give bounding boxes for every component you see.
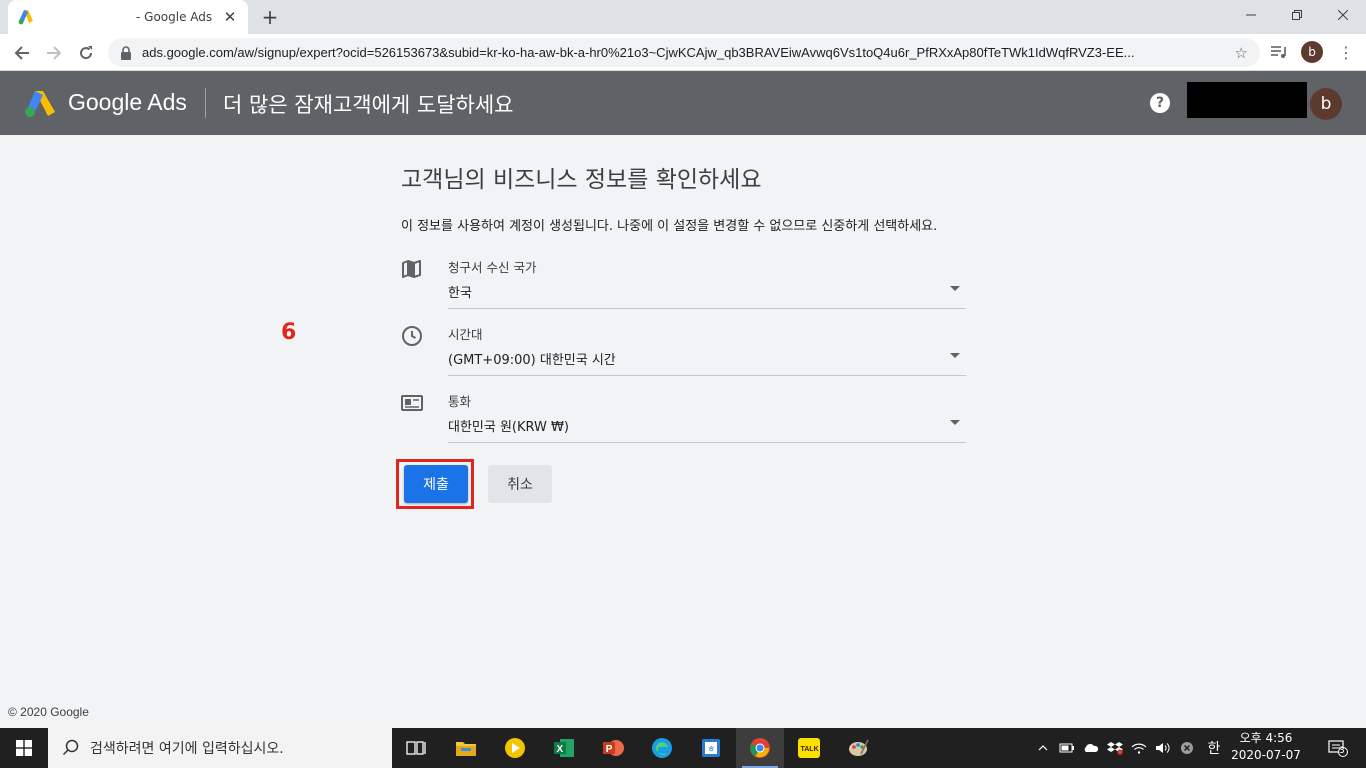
field-underline — [448, 308, 966, 309]
ime-indicator[interactable]: 한 — [1202, 728, 1226, 768]
map-icon — [402, 260, 421, 278]
step-number-annotation: 6 — [281, 320, 297, 345]
submit-button[interactable]: 제출 — [404, 465, 468, 503]
google-ads-logo-icon — [25, 91, 55, 117]
chevron-down-icon — [950, 286, 960, 291]
bookmark-star-icon[interactable]: ☆ — [1235, 44, 1248, 62]
chevron-down-icon — [950, 353, 960, 358]
minimize-icon[interactable] — [1228, 0, 1274, 30]
billing-country-dropdown[interactable]: 청구서 수신 국가 한국 — [400, 257, 966, 312]
svg-text:X: X — [557, 744, 564, 755]
timezone-dropdown[interactable]: 시간대 (GMT+09:00) 대한민국 시간 — [400, 324, 966, 379]
taskbar-search-box[interactable]: 검색하려면 여기에 입력하십시오. — [48, 728, 392, 768]
lock-icon — [121, 45, 131, 60]
onedrive-icon[interactable] — [1080, 728, 1102, 768]
page-title: 고객님의 비즈니스 정보를 확인하세요 — [401, 167, 762, 193]
clock-date: 2020-07-07 — [1231, 748, 1301, 762]
notification-count: 3 — [1339, 746, 1345, 756]
forward-arrow-icon[interactable] — [40, 39, 68, 67]
page-description: 이 정보를 사용하여 계정이 생성됩니다. 나중에 이 설정을 변경할 수 없으… — [401, 219, 938, 234]
excel-icon[interactable]: X — [540, 728, 588, 768]
clock-time: 오후 4:56 — [1239, 731, 1293, 745]
browser-toolbar: ads.google.com/aw/signup/expert?ocid=526… — [0, 34, 1366, 71]
ads-brand-name: Google Ads — [68, 89, 187, 115]
address-bar[interactable]: ads.google.com/aw/signup/expert?ocid=526… — [108, 38, 1260, 67]
browser-tab-strip: - Google Ads ✕ + — [0, 0, 1366, 34]
battery-tray-icon[interactable] — [1056, 728, 1078, 768]
browser-tab[interactable]: - Google Ads ✕ — [8, 0, 248, 34]
billing-country-value: 한국 — [448, 286, 472, 301]
search-icon — [62, 739, 79, 756]
clock-icon — [402, 326, 422, 346]
chrome-icon[interactable] — [736, 728, 784, 768]
ads-header: Google Ads 더 많은 잠재고객에게 도달하세요 ? b — [0, 71, 1366, 135]
currency-value: 대한민국 원(KRW ₩) — [448, 420, 569, 435]
close-window-icon[interactable] — [1320, 0, 1366, 30]
cancel-button[interactable]: 취소 — [488, 465, 552, 503]
windows-taskbar: 검색하려면 여기에 입력하십시오. X P ㅎ TALK 한 오후 4:56 2… — [0, 728, 1366, 768]
windows-start-icon[interactable] — [0, 728, 48, 768]
wifi-icon[interactable] — [1128, 728, 1150, 768]
currency-card-icon — [401, 395, 423, 411]
file-explorer-icon[interactable] — [442, 728, 490, 768]
reload-icon[interactable] — [72, 39, 100, 67]
svg-text:P: P — [606, 744, 613, 755]
dropbox-icon[interactable] — [1104, 728, 1126, 768]
billing-country-label: 청구서 수신 국가 — [448, 260, 537, 275]
tab-title: - Google Ads — [136, 10, 213, 24]
browser-profile-avatar[interactable]: b — [1301, 41, 1323, 63]
ads-tagline: 더 많은 잠재고객에게 도달하세요 — [223, 93, 514, 117]
copyright-text: © 2020 Google — [8, 705, 89, 719]
media-control-icon[interactable] — [1268, 41, 1290, 63]
header-divider — [205, 88, 206, 118]
new-tab-button[interactable]: + — [258, 5, 282, 29]
status-x-icon[interactable] — [1176, 728, 1198, 768]
svg-text:TALK: TALK — [801, 746, 819, 753]
kakaotalk-icon[interactable]: TALK — [785, 728, 833, 768]
task-view-icon[interactable] — [392, 728, 440, 768]
taskbar-clock[interactable]: 오후 4:56 2020-07-07 — [1228, 730, 1304, 764]
restore-icon[interactable] — [1274, 0, 1320, 30]
media-player-icon[interactable] — [491, 728, 539, 768]
tray-overflow-chevron-icon[interactable] — [1034, 728, 1052, 768]
help-icon[interactable]: ? — [1150, 93, 1170, 113]
currency-dropdown[interactable]: 통화 대한민국 원(KRW ₩) — [400, 391, 966, 446]
tab-close-icon[interactable]: ✕ — [222, 8, 238, 26]
browser-menu-icon[interactable]: ⋮ — [1334, 40, 1358, 64]
notification-center-icon[interactable]: 3 — [1318, 728, 1358, 768]
taskbar-search-placeholder: 검색하려면 여기에 입력하십시오. — [90, 741, 284, 757]
hangul-app-icon[interactable]: ㅎ — [687, 728, 735, 768]
edge-icon[interactable] — [638, 728, 686, 768]
powerpoint-icon[interactable]: P — [589, 728, 637, 768]
field-underline — [448, 375, 966, 376]
url-text: ads.google.com/aw/signup/expert?ocid=526… — [142, 45, 1135, 60]
google-ads-favicon-icon — [18, 10, 33, 25]
redacted-account-name — [1187, 82, 1307, 118]
svg-text:ㅎ: ㅎ — [707, 745, 715, 755]
volume-icon[interactable] — [1152, 728, 1174, 768]
timezone-label: 시간대 — [448, 327, 483, 342]
chevron-down-icon — [950, 420, 960, 425]
field-underline — [448, 442, 966, 443]
currency-label: 통화 — [448, 394, 472, 409]
back-arrow-icon[interactable] — [8, 39, 36, 67]
timezone-value: (GMT+09:00) 대한민국 시간 — [448, 353, 616, 368]
paint-icon[interactable] — [834, 728, 882, 768]
account-avatar[interactable]: b — [1310, 88, 1342, 120]
